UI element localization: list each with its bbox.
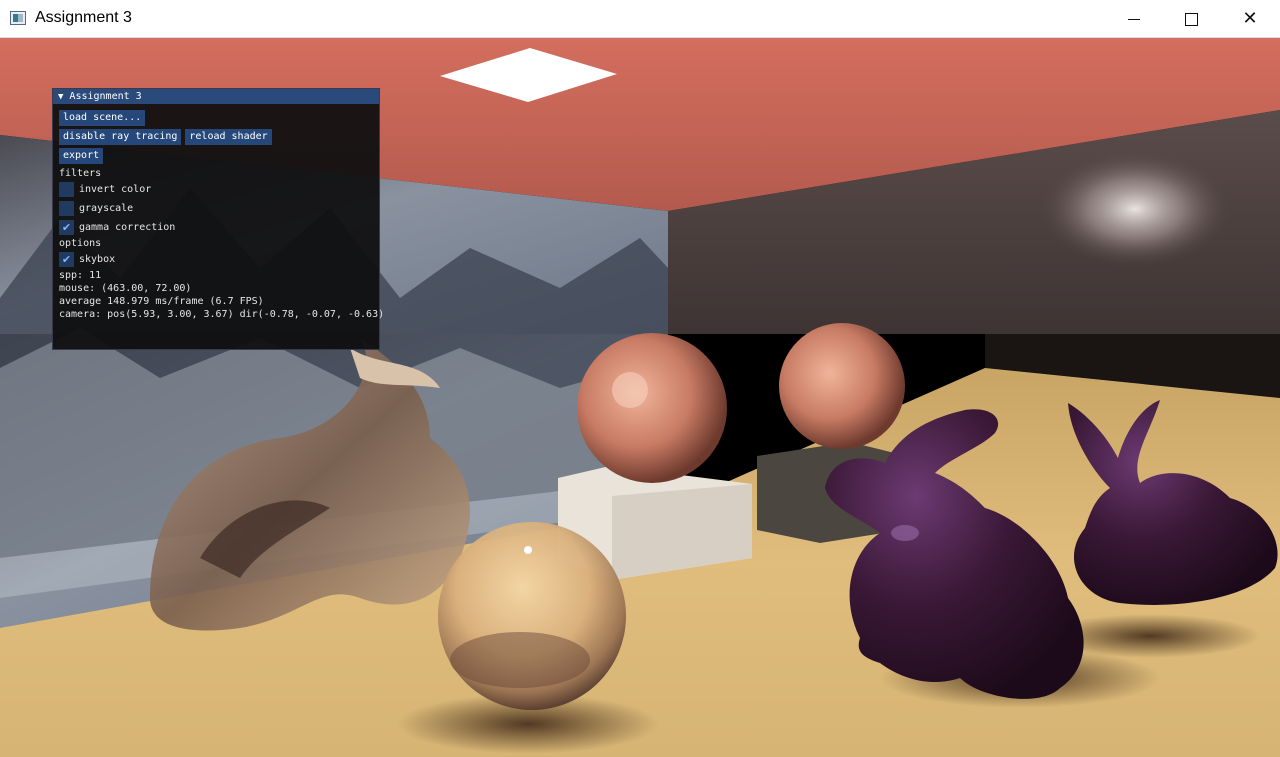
reload-shader-button[interactable]: reload shader [185, 129, 272, 145]
minimize-icon [1128, 18, 1140, 20]
button-row-2: disable ray tracing reload shader [59, 129, 373, 148]
collapse-arrow-icon[interactable]: ▼ [58, 92, 63, 102]
button-row-1: load scene... [59, 110, 373, 129]
window-titlebar: Assignment 3 ✕ [0, 0, 1280, 38]
grayscale-checkbox-row[interactable]: grayscale [59, 199, 373, 218]
close-button[interactable]: ✕ [1220, 0, 1280, 38]
invert-color-checkbox[interactable] [59, 182, 74, 197]
spp-readout: spp: 11 [59, 270, 102, 281]
gamma-correction-label: gamma correction [79, 222, 176, 233]
invert-color-label: invert color [79, 184, 152, 195]
gamma-correction-checkbox[interactable]: ✔ [59, 220, 74, 235]
maximize-button[interactable] [1161, 0, 1221, 38]
export-button[interactable]: export [59, 148, 104, 164]
camera-readout: camera: pos(5.93, 3.00, 3.67) dir(-0.78,… [59, 309, 385, 320]
button-row-3: export [59, 148, 373, 167]
close-icon: ✕ [1242, 8, 1258, 29]
maximize-icon [1184, 12, 1198, 26]
grayscale-label: grayscale [79, 203, 134, 214]
invert-color-checkbox-row[interactable]: invert color [59, 180, 373, 199]
window-title: Assignment 3 [35, 9, 132, 26]
skybox-checkbox[interactable]: ✔ [59, 252, 74, 267]
filters-label: filters [59, 168, 102, 179]
checkmark-icon: ✔ [61, 221, 72, 234]
checkmark-icon: ✔ [61, 253, 72, 266]
grayscale-checkbox[interactable] [59, 201, 74, 216]
gamma-correction-checkbox-row[interactable]: ✔ gamma correction [59, 218, 373, 237]
frame-time-readout: average 148.979 ms/frame (6.7 FPS) [59, 296, 264, 307]
load-scene-button[interactable]: load scene... [59, 110, 146, 126]
mouse-readout: mouse: (463.00, 72.00) [59, 283, 192, 294]
app-icon [10, 11, 26, 25]
panel-title: Assignment 3 [69, 91, 142, 102]
settings-panel: ▼ Assignment 3 load scene... disable ray… [52, 88, 385, 350]
panel-titlebar[interactable]: ▼ Assignment 3 [53, 89, 379, 104]
skybox-label: skybox [79, 254, 116, 265]
minimize-button[interactable] [1104, 0, 1164, 38]
disable-ray-tracing-button[interactable]: disable ray tracing [59, 129, 182, 145]
skybox-checkbox-row[interactable]: ✔ skybox [59, 250, 373, 269]
options-label: options [59, 238, 102, 249]
